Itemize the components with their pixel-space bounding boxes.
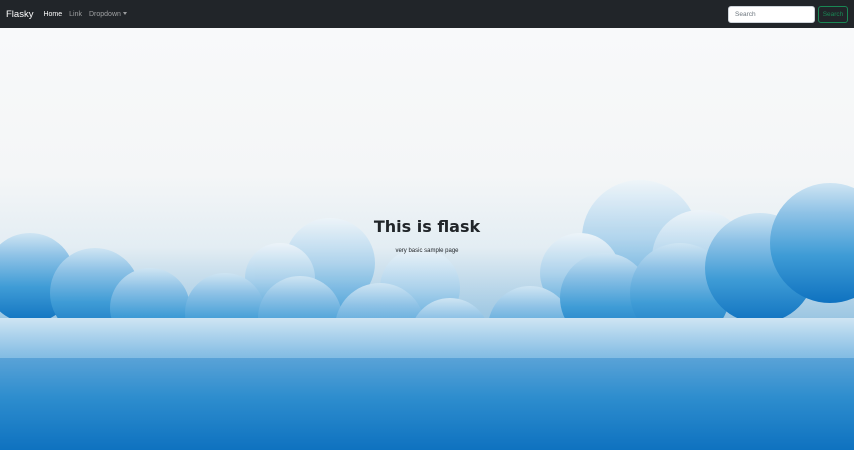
brand-link[interactable]: Flasky xyxy=(6,9,33,20)
search-form: Search xyxy=(728,5,848,23)
search-input[interactable] xyxy=(728,5,815,23)
search-button[interactable]: Search xyxy=(818,5,848,23)
cloud-background-image xyxy=(0,180,854,450)
hero-section: This is flask very basic sample page xyxy=(0,28,854,450)
top-navbar: Flasky Home Link Dropdown Search xyxy=(0,0,854,28)
dropdown-label: Dropdown xyxy=(88,10,121,18)
nav-link-home[interactable]: Home xyxy=(43,11,62,18)
nav-link-link[interactable]: Link xyxy=(69,11,82,18)
hero-subtitle: very basic sample page xyxy=(395,248,459,254)
caret-down-icon xyxy=(122,12,127,16)
hero-title: This is flask xyxy=(373,217,481,236)
nav-dropdown-toggle[interactable]: Dropdown xyxy=(89,11,127,18)
